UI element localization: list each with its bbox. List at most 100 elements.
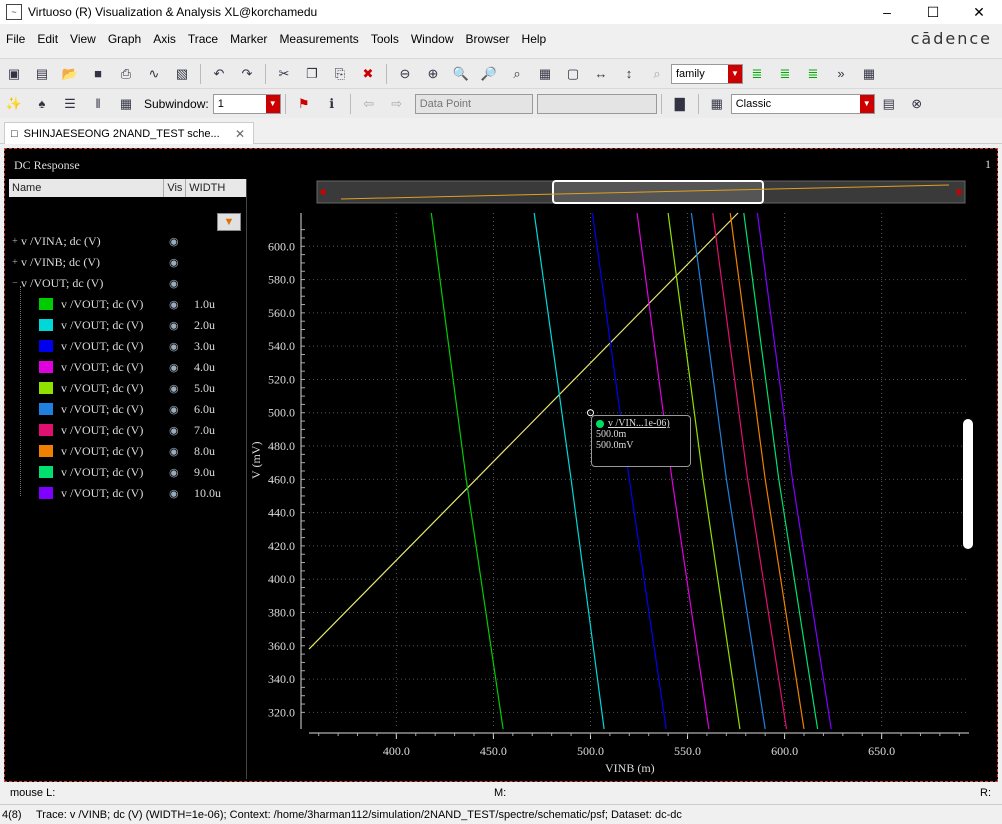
eye-icon[interactable]: ◉ [169,235,179,248]
histogram-icon[interactable]: ▇ [669,93,691,115]
rows-layout-icon[interactable]: ☰ [59,93,81,115]
columns-layout-icon[interactable]: ‖ [87,93,109,115]
split-chart-icon[interactable]: ≣ [802,63,824,85]
next-icon[interactable]: ⇨ [386,93,408,115]
eye-icon[interactable]: ◉ [169,487,179,500]
tree-item[interactable]: v /VOUT; dc (V) 5.0u ◉ [9,378,247,398]
more-icon[interactable]: » [830,63,852,85]
zoom-y-icon[interactable]: ⌕ [506,63,528,85]
waveform-icon[interactable]: ∿ [143,63,165,85]
expander-icon[interactable]: + [9,257,21,268]
zoom-out-icon[interactable]: ⊖ [394,63,416,85]
menu-graph[interactable]: Graph [102,32,147,46]
close-button[interactable]: ✕ [956,0,1002,24]
overlay-chart-icon[interactable]: ≣ [774,63,796,85]
minimize-button[interactable]: – [864,0,910,24]
new-subwindow-icon[interactable]: ▤ [31,63,53,85]
cards-icon[interactable]: ♠ [31,93,53,115]
menu-view[interactable]: View [64,32,102,46]
close-tab-icon[interactable]: ✕ [235,127,245,141]
menu-window[interactable]: Window [405,32,460,46]
plot-area[interactable]: 400.0 450.0 500.0 550.0 600.0 650.0 320.0 340.0… [249,179,969,779]
undo-icon[interactable]: ↶ [208,63,230,85]
menu-axis[interactable]: Axis [147,32,182,46]
filter-icon[interactable]: ▼ [217,213,241,231]
fit-x-icon[interactable]: ↔ [590,63,612,85]
maximize-button[interactable]: ☐ [910,0,956,24]
col-name[interactable]: Name [9,179,165,197]
menu-edit[interactable]: Edit [31,32,64,46]
redo-icon[interactable]: ↷ [236,63,258,85]
col-vis[interactable]: Vis [164,179,187,197]
tree-item[interactable]: v /VOUT; dc (V) 1.0u ◉ [9,294,247,314]
data-point-select[interactable]: Data Point [414,93,533,114]
tree-item[interactable]: v /VOUT; dc (V) 7.0u ◉ [9,420,247,440]
eye-icon[interactable]: ◉ [169,319,179,332]
grid-layout-icon[interactable]: ▦ [115,93,137,115]
tree-item[interactable]: v /VOUT; dc (V) 2.0u ◉ [9,315,247,335]
zoom-x-icon[interactable]: 🔎 [478,63,500,85]
fit-icon[interactable]: ▢ [562,63,584,85]
menu-marker[interactable]: Marker [224,32,273,46]
vertical-scroll-thumb[interactable] [963,419,973,549]
delete-icon[interactable]: ✖ [357,63,379,85]
eye-icon[interactable]: ◉ [169,256,179,269]
eye-icon[interactable]: ◉ [169,382,179,395]
zoom-grid-icon[interactable]: ▦ [534,63,556,85]
status-bar: mouse L: M: R: [0,786,1002,802]
print-icon[interactable]: ⎙ [115,63,137,85]
tree-item[interactable]: v /VOUT; dc (V) 6.0u ◉ [9,399,247,419]
eye-icon[interactable]: ◉ [169,361,179,374]
tree-item[interactable]: v /VOUT; dc (V) 9.0u ◉ [9,462,247,482]
col-width[interactable]: WIDTH [186,179,246,197]
family-select[interactable]: family ▼ [671,63,743,84]
calculator-icon[interactable]: ▦ [706,93,728,115]
flag-icon[interactable]: ⚑ [293,93,315,115]
menu-browser[interactable]: Browser [460,32,516,46]
subwindow-select[interactable]: 1 ▼ [212,93,281,114]
data-point-field[interactable] [536,93,657,114]
eye-icon[interactable]: ◉ [169,466,179,479]
info-icon[interactable]: ℹ [321,93,343,115]
image-icon[interactable]: ▧ [171,63,193,85]
eye-icon[interactable]: ◉ [169,277,179,290]
save-icon[interactable]: ■ [87,63,109,85]
tree-item[interactable]: v /VOUT; dc (V) 8.0u ◉ [9,441,247,461]
menu-trace[interactable]: Trace [182,32,224,46]
eye-icon[interactable]: ◉ [169,403,179,416]
tree-item[interactable]: v /VOUT; dc (V) 4.0u ◉ [9,357,247,377]
tree-item[interactable]: v /VOUT; dc (V) 3.0u ◉ [9,336,247,356]
tree-item[interactable]: + v /VINA; dc (V) ◉ [9,231,247,251]
zoom-disabled-icon[interactable]: ⌕ [646,63,668,85]
cut-icon[interactable]: ✂ [273,63,295,85]
style-select[interactable]: Classic ▼ [730,93,875,114]
tree-item[interactable]: + v /VINB; dc (V) ◉ [9,252,247,272]
style-value: Classic [735,97,772,110]
zoom-icon[interactable]: 🔍 [450,63,472,85]
window-close-icon[interactable]: ⊗ [906,93,928,115]
menu-file[interactable]: File [0,32,31,46]
wand-icon[interactable]: ✨ [3,93,25,115]
menu-measurements[interactable]: Measurements [273,32,364,46]
tree-item[interactable]: − v /VOUT; dc (V) ◉ [9,273,247,293]
eye-icon[interactable]: ◉ [169,298,179,311]
copy-icon[interactable]: ❐ [301,63,323,85]
menu-help[interactable]: Help [516,32,553,46]
strip-chart-icon[interactable]: ≣ [746,63,768,85]
grid-icon[interactable]: ▦ [858,63,880,85]
paste-icon[interactable]: ⎘ [329,63,351,85]
expander-icon[interactable]: − [9,278,21,289]
menu-tools[interactable]: Tools [365,32,405,46]
eye-icon[interactable]: ◉ [169,340,179,353]
window-list-icon[interactable]: ▤ [878,93,900,115]
tab-schematic[interactable]: □ SHINJAESEONG 2NAND_TEST sche... ✕ [4,122,254,144]
eye-icon[interactable]: ◉ [169,424,179,437]
fit-y-icon[interactable]: ↕ [618,63,640,85]
zoom-in-icon[interactable]: ⊕ [422,63,444,85]
eye-icon[interactable]: ◉ [169,445,179,458]
new-window-icon[interactable]: ▣ [3,63,25,85]
prev-icon[interactable]: ⇦ [358,93,380,115]
open-folder-icon[interactable]: 📂 [59,63,81,85]
expander-icon[interactable]: + [9,236,21,247]
tree-item[interactable]: v /VOUT; dc (V) 10.0u ◉ [9,483,247,503]
